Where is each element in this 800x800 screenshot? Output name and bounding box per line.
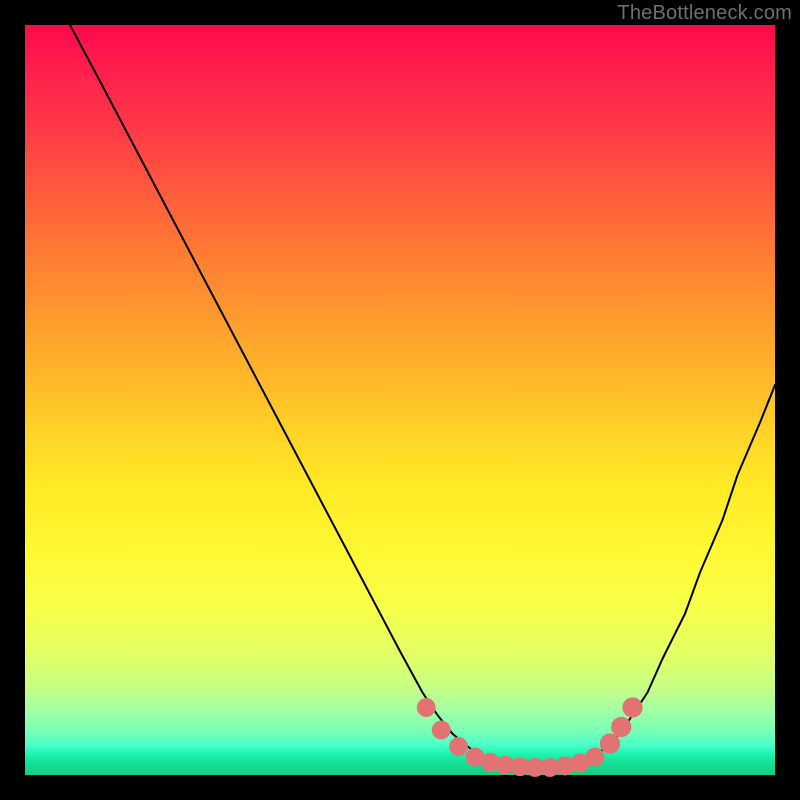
marker-dots xyxy=(417,697,643,777)
curve-line xyxy=(70,25,775,768)
chart-frame: TheBottleneck.com xyxy=(0,0,800,800)
chart-svg xyxy=(25,25,775,775)
watermark-text: TheBottleneck.com xyxy=(617,2,792,25)
plot-area xyxy=(25,25,775,775)
